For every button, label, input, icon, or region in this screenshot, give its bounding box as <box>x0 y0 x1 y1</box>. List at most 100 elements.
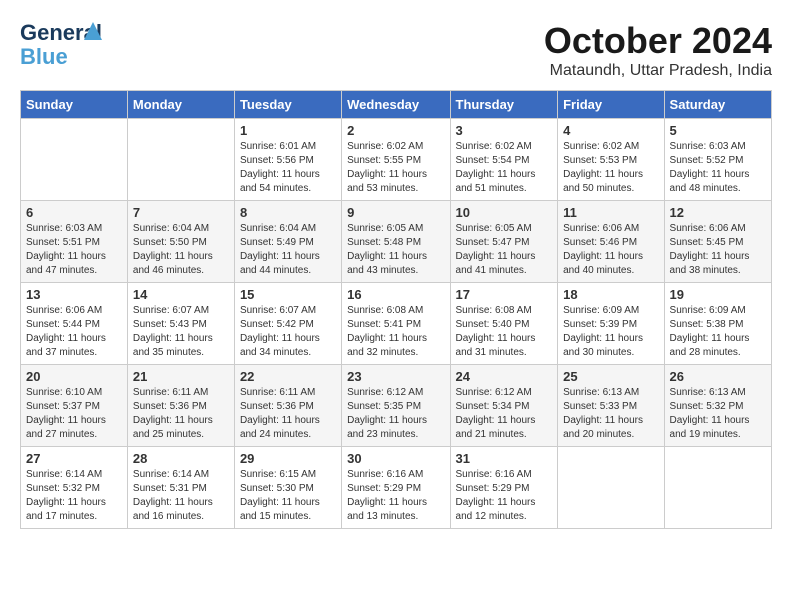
day-number: 20 <box>26 369 122 384</box>
day-number: 3 <box>456 123 553 138</box>
day-info: Sunrise: 6:06 AM Sunset: 5:45 PM Dayligh… <box>670 222 766 278</box>
logo-icon: General Blue <box>20 20 100 70</box>
day-info: Sunrise: 6:03 AM Sunset: 5:51 PM Dayligh… <box>26 222 122 278</box>
calendar-cell: 30 Sunrise: 6:16 AM Sunset: 5:29 PM Dayli… <box>342 447 450 529</box>
calendar-cell: 19 Sunrise: 6:09 AM Sunset: 5:38 PM Dayli… <box>664 283 771 365</box>
day-number: 28 <box>133 451 229 466</box>
weekday-header-wednesday: Wednesday <box>342 91 450 119</box>
logo: General Blue <box>20 20 100 70</box>
calendar-cell: 14 Sunrise: 6:07 AM Sunset: 5:43 PM Dayli… <box>127 283 234 365</box>
day-info: Sunrise: 6:14 AM Sunset: 5:32 PM Dayligh… <box>26 468 122 524</box>
day-number: 6 <box>26 205 122 220</box>
day-number: 26 <box>670 369 766 384</box>
calendar-cell <box>21 119 128 201</box>
day-number: 14 <box>133 287 229 302</box>
calendar-cell: 25Sunrise: 6:13 AM Sunset: 5:33 PM Dayli… <box>558 365 664 447</box>
calendar-cell: 16Sunrise: 6:08 AM Sunset: 5:41 PM Dayli… <box>342 283 450 365</box>
page-header: General Blue October 2024 Mataundh, Utta… <box>20 20 772 80</box>
day-number: 5 <box>670 123 766 138</box>
title-section: October 2024 Mataundh, Uttar Pradesh, In… <box>544 20 772 80</box>
day-info: Sunrise: 6:01 AM Sunset: 5:56 PM Dayligh… <box>240 140 336 196</box>
day-number: 11 <box>563 205 658 220</box>
calendar-cell <box>127 119 234 201</box>
weekday-header-thursday: Thursday <box>450 91 558 119</box>
day-info: Sunrise: 6:02 AM Sunset: 5:55 PM Dayligh… <box>347 140 444 196</box>
calendar-cell: 15Sunrise: 6:07 AM Sunset: 5:42 PM Dayli… <box>234 283 341 365</box>
day-info: Sunrise: 6:06 AM Sunset: 5:44 PM Dayligh… <box>26 304 122 360</box>
day-number: 22 <box>240 369 336 384</box>
day-number: 21 <box>133 369 229 384</box>
day-number: 12 <box>670 205 766 220</box>
calendar-cell: 24Sunrise: 6:12 AM Sunset: 5:34 PM Dayli… <box>450 365 558 447</box>
day-info: Sunrise: 6:15 AM Sunset: 5:30 PM Dayligh… <box>240 468 336 524</box>
calendar-cell: 22 Sunrise: 6:11 AM Sunset: 5:36 PM Dayli… <box>234 365 341 447</box>
location-subtitle: Mataundh, Uttar Pradesh, India <box>544 62 772 80</box>
day-info: Sunrise: 6:11 AM Sunset: 5:36 PM Dayligh… <box>133 386 229 442</box>
calendar-header-row: SundayMondayTuesdayWednesdayThursdayFrid… <box>21 91 772 119</box>
day-info: Sunrise: 6:05 AM Sunset: 5:47 PM Dayligh… <box>456 222 553 278</box>
day-info: Sunrise: 6:09 AM Sunset: 5:38 PM Dayligh… <box>670 304 766 360</box>
calendar-cell: 10 Sunrise: 6:05 AM Sunset: 5:47 PM Dayli… <box>450 201 558 283</box>
calendar-body: 1Sunrise: 6:01 AM Sunset: 5:56 PM Daylig… <box>21 119 772 529</box>
calendar-cell: 26 Sunrise: 6:13 AM Sunset: 5:32 PM Dayli… <box>664 365 771 447</box>
day-number: 30 <box>347 451 444 466</box>
calendar-cell: 3Sunrise: 6:02 AM Sunset: 5:54 PM Daylig… <box>450 119 558 201</box>
day-info: Sunrise: 6:02 AM Sunset: 5:53 PM Dayligh… <box>563 140 658 196</box>
day-info: Sunrise: 6:13 AM Sunset: 5:32 PM Dayligh… <box>670 386 766 442</box>
day-info: Sunrise: 6:08 AM Sunset: 5:40 PM Dayligh… <box>456 304 553 360</box>
day-info: Sunrise: 6:09 AM Sunset: 5:39 PM Dayligh… <box>563 304 658 360</box>
day-number: 23 <box>347 369 444 384</box>
day-number: 31 <box>456 451 553 466</box>
calendar-cell: 21 Sunrise: 6:11 AM Sunset: 5:36 PM Dayli… <box>127 365 234 447</box>
day-info: Sunrise: 6:10 AM Sunset: 5:37 PM Dayligh… <box>26 386 122 442</box>
calendar-week-row: 27 Sunrise: 6:14 AM Sunset: 5:32 PM Dayli… <box>21 447 772 529</box>
calendar-week-row: 1Sunrise: 6:01 AM Sunset: 5:56 PM Daylig… <box>21 119 772 201</box>
day-info: Sunrise: 6:13 AM Sunset: 5:33 PM Dayligh… <box>563 386 658 442</box>
calendar-cell: 18 Sunrise: 6:09 AM Sunset: 5:39 PM Dayli… <box>558 283 664 365</box>
day-number: 10 <box>456 205 553 220</box>
day-info: Sunrise: 6:12 AM Sunset: 5:35 PM Dayligh… <box>347 386 444 442</box>
weekday-header-friday: Friday <box>558 91 664 119</box>
weekday-header-sunday: Sunday <box>21 91 128 119</box>
day-number: 8 <box>240 205 336 220</box>
day-number: 7 <box>133 205 229 220</box>
calendar-cell: 20 Sunrise: 6:10 AM Sunset: 5:37 PM Dayli… <box>21 365 128 447</box>
weekday-header-monday: Monday <box>127 91 234 119</box>
day-info: Sunrise: 6:06 AM Sunset: 5:46 PM Dayligh… <box>563 222 658 278</box>
day-info: Sunrise: 6:07 AM Sunset: 5:43 PM Dayligh… <box>133 304 229 360</box>
calendar-cell: 1Sunrise: 6:01 AM Sunset: 5:56 PM Daylig… <box>234 119 341 201</box>
calendar-cell: 29 Sunrise: 6:15 AM Sunset: 5:30 PM Dayli… <box>234 447 341 529</box>
day-number: 4 <box>563 123 658 138</box>
calendar-cell: 17 Sunrise: 6:08 AM Sunset: 5:40 PM Dayli… <box>450 283 558 365</box>
weekday-header-tuesday: Tuesday <box>234 91 341 119</box>
day-number: 27 <box>26 451 122 466</box>
calendar-cell: 7 Sunrise: 6:04 AM Sunset: 5:50 PM Daylig… <box>127 201 234 283</box>
calendar-cell: 13 Sunrise: 6:06 AM Sunset: 5:44 PM Dayli… <box>21 283 128 365</box>
calendar-cell: 12 Sunrise: 6:06 AM Sunset: 5:45 PM Dayli… <box>664 201 771 283</box>
day-info: Sunrise: 6:12 AM Sunset: 5:34 PM Dayligh… <box>456 386 553 442</box>
day-number: 17 <box>456 287 553 302</box>
day-number: 29 <box>240 451 336 466</box>
calendar-cell: 6 Sunrise: 6:03 AM Sunset: 5:51 PM Daylig… <box>21 201 128 283</box>
day-number: 15 <box>240 287 336 302</box>
calendar-cell: 28 Sunrise: 6:14 AM Sunset: 5:31 PM Dayli… <box>127 447 234 529</box>
calendar-cell: 8Sunrise: 6:04 AM Sunset: 5:49 PM Daylig… <box>234 201 341 283</box>
calendar-cell <box>558 447 664 529</box>
calendar-week-row: 6 Sunrise: 6:03 AM Sunset: 5:51 PM Daylig… <box>21 201 772 283</box>
day-info: Sunrise: 6:16 AM Sunset: 5:29 PM Dayligh… <box>347 468 444 524</box>
calendar-cell: 31Sunrise: 6:16 AM Sunset: 5:29 PM Dayli… <box>450 447 558 529</box>
day-number: 18 <box>563 287 658 302</box>
day-info: Sunrise: 6:11 AM Sunset: 5:36 PM Dayligh… <box>240 386 336 442</box>
day-number: 9 <box>347 205 444 220</box>
calendar-cell: 5 Sunrise: 6:03 AM Sunset: 5:52 PM Daylig… <box>664 119 771 201</box>
day-number: 19 <box>670 287 766 302</box>
day-number: 16 <box>347 287 444 302</box>
calendar-table: SundayMondayTuesdayWednesdayThursdayFrid… <box>20 90 772 529</box>
day-info: Sunrise: 6:04 AM Sunset: 5:50 PM Dayligh… <box>133 222 229 278</box>
day-number: 13 <box>26 287 122 302</box>
calendar-cell: 4 Sunrise: 6:02 AM Sunset: 5:53 PM Daylig… <box>558 119 664 201</box>
calendar-cell: 23 Sunrise: 6:12 AM Sunset: 5:35 PM Dayli… <box>342 365 450 447</box>
day-info: Sunrise: 6:03 AM Sunset: 5:52 PM Dayligh… <box>670 140 766 196</box>
calendar-cell: 9Sunrise: 6:05 AM Sunset: 5:48 PM Daylig… <box>342 201 450 283</box>
day-info: Sunrise: 6:14 AM Sunset: 5:31 PM Dayligh… <box>133 468 229 524</box>
